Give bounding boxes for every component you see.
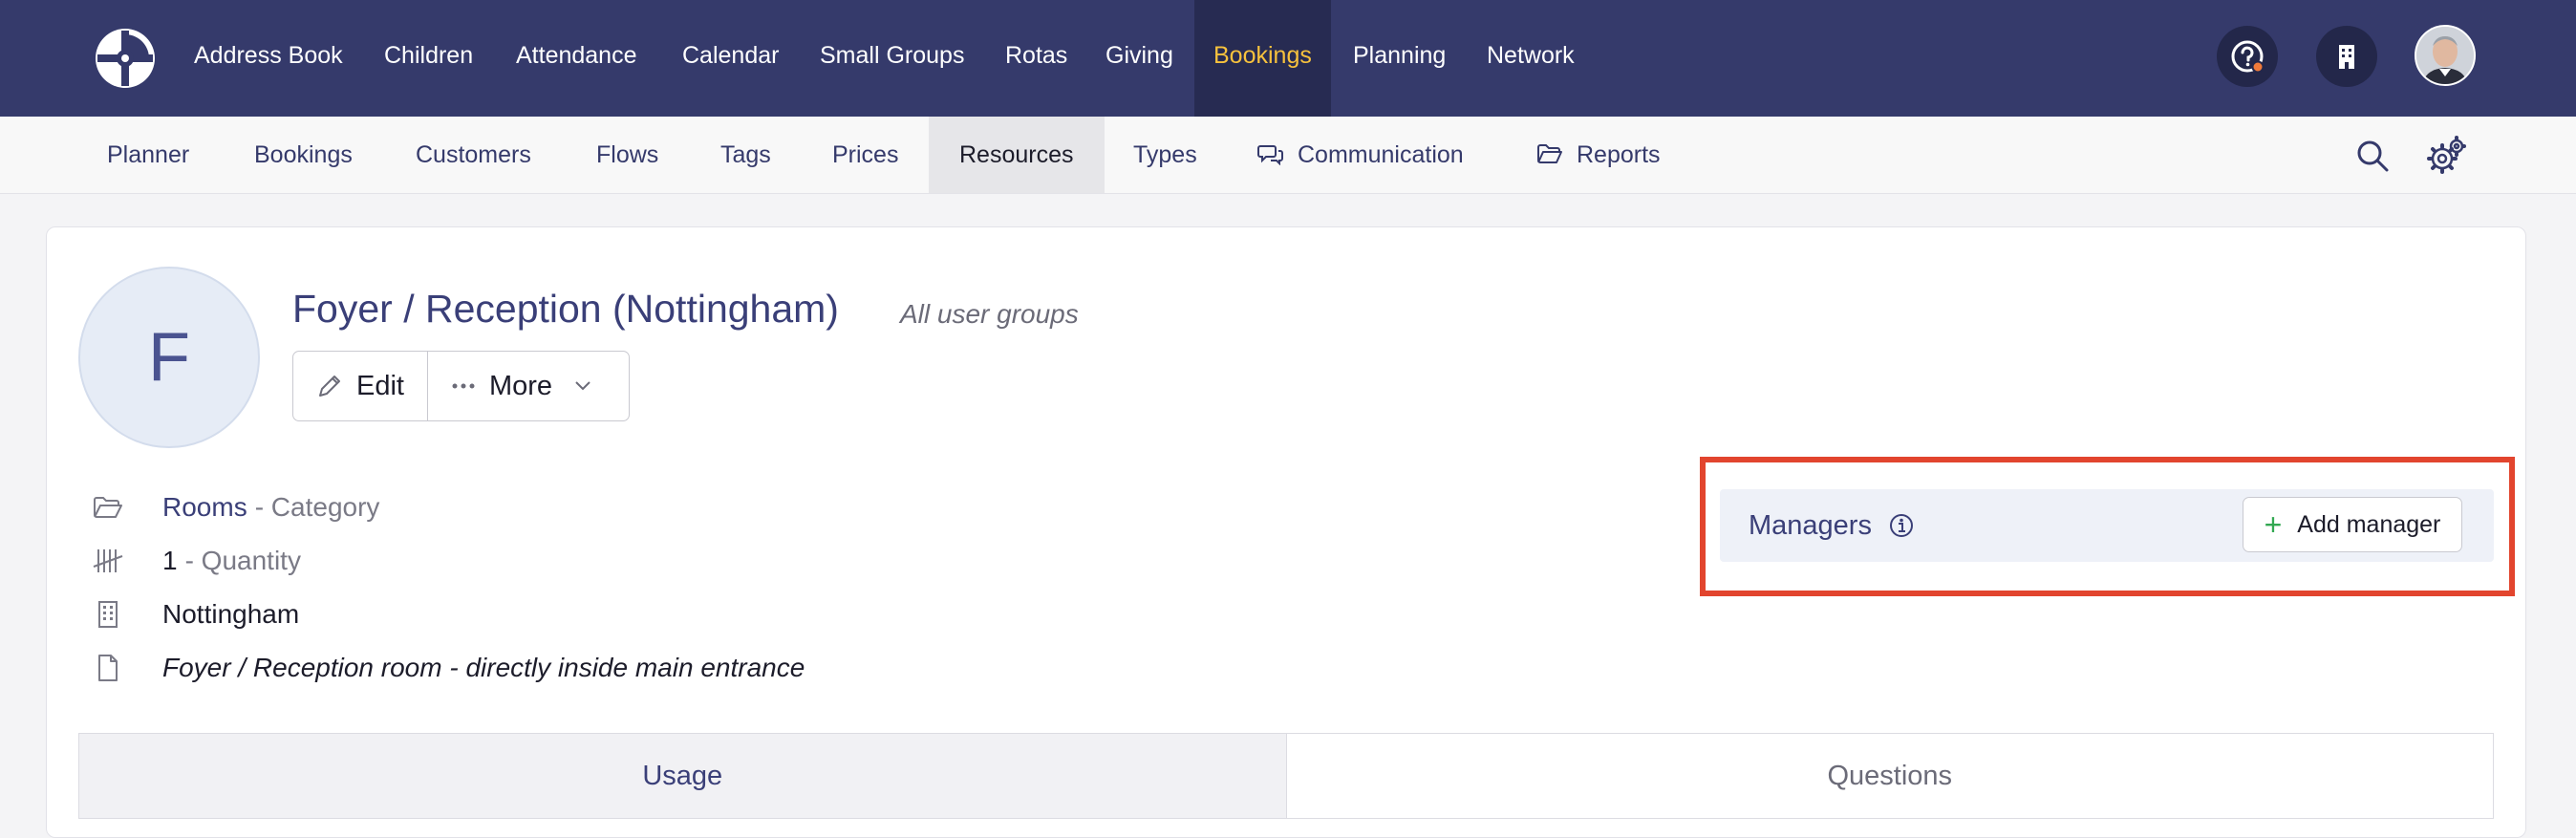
sub-navigation-bar: Planner Bookings Customers Flows Tags Pr… <box>0 117 2576 194</box>
site-value: Nottingham <box>162 599 300 629</box>
category-label: - Category <box>254 492 380 522</box>
tab-questions[interactable]: Questions <box>1287 734 2494 818</box>
site-row: Nottingham <box>92 595 299 634</box>
subnav-prices[interactable]: Prices <box>832 117 898 193</box>
quantity-label: - Quantity <box>184 546 301 575</box>
description-text: Foyer / Reception room - directly inside… <box>162 653 805 682</box>
nav-small-groups[interactable]: Small Groups <box>820 0 964 117</box>
tab-usage[interactable]: Usage <box>79 734 1287 818</box>
subnav-communication[interactable]: Communication <box>1257 117 1464 193</box>
nav-rotas[interactable]: Rotas <box>1005 0 1067 117</box>
category-link[interactable]: Rooms <box>162 492 247 523</box>
subnav-types[interactable]: Types <box>1133 117 1197 193</box>
nav-address-book[interactable]: Address Book <box>194 0 343 117</box>
subnav-bookings[interactable]: Bookings <box>254 117 353 193</box>
help-icon <box>2231 40 2265 74</box>
subnav-tags[interactable]: Tags <box>720 117 771 193</box>
resource-tabs: Usage Questions <box>78 733 2494 819</box>
subnav-reports[interactable]: Reports <box>1536 117 1661 193</box>
subnav-flows[interactable]: Flows <box>596 117 658 193</box>
search-icon[interactable] <box>2352 136 2393 176</box>
subnav-communication-label: Communication <box>1298 141 1464 168</box>
quantity-value: 1 <box>162 546 178 575</box>
app-logo-icon[interactable] <box>94 27 157 90</box>
folder-open-icon <box>94 497 122 518</box>
subnav-reports-label: Reports <box>1577 141 1661 168</box>
building-icon <box>2339 45 2354 69</box>
edit-button-label: Edit <box>356 370 404 401</box>
user-groups-label: All user groups <box>900 299 1079 329</box>
help-button[interactable] <box>2217 26 2278 87</box>
edit-button[interactable]: Edit <box>293 352 427 420</box>
nav-calendar[interactable]: Calendar <box>682 0 779 117</box>
user-avatar[interactable] <box>2415 25 2476 86</box>
quantity-row: 1 - Quantity <box>92 542 301 580</box>
folder-open-icon <box>1537 144 1562 164</box>
more-button[interactable]: More <box>426 352 629 420</box>
nav-attendance[interactable]: Attendance <box>516 0 637 117</box>
tally-icon <box>93 549 123 572</box>
subnav-customers[interactable]: Customers <box>416 117 531 193</box>
nav-bookings[interactable]: Bookings <box>1194 0 1331 117</box>
more-button-label: More <box>488 370 553 401</box>
document-icon <box>98 655 118 681</box>
nav-giving[interactable]: Giving <box>1106 0 1173 117</box>
settings-gears-icon[interactable] <box>2427 136 2467 176</box>
subnav-resources[interactable]: Resources <box>929 117 1105 193</box>
ellipsis-icon <box>452 383 475 389</box>
nav-planning[interactable]: Planning <box>1353 0 1446 117</box>
action-button-group: Edit More <box>292 351 631 421</box>
category-row: Rooms - Category <box>92 488 379 526</box>
resource-avatar: F <box>78 267 260 448</box>
nav-network[interactable]: Network <box>1487 0 1575 117</box>
building-icon <box>98 601 118 628</box>
top-navigation-bar: Address Book Children Attendance Calenda… <box>0 0 2576 117</box>
description-row: Foyer / Reception room - directly inside… <box>92 649 805 687</box>
highlight-box <box>1700 457 2515 596</box>
page-title: Foyer / Reception (Nottingham) <box>292 287 839 331</box>
subnav-planner[interactable]: Planner <box>107 117 189 193</box>
pencil-icon <box>319 376 340 397</box>
organisation-button[interactable] <box>2316 26 2377 87</box>
nav-children[interactable]: Children <box>384 0 473 117</box>
chevron-down-icon <box>575 381 590 391</box>
chat-bubbles-icon <box>1257 145 1283 166</box>
